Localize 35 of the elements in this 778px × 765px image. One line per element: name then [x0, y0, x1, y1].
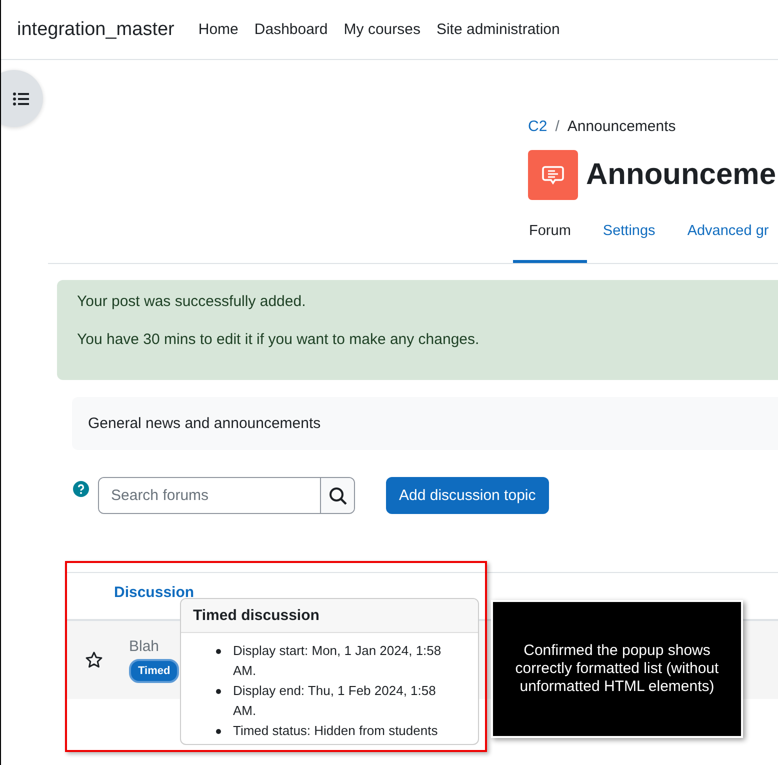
nav-link[interactable]: Dashboard: [254, 21, 328, 38]
popover-list-item: Display start: Mon, 1 Jan 2024, 1:58 AM.: [233, 642, 442, 680]
column-header[interactable]: Discussion: [114, 584, 194, 600]
site-name[interactable]: integration_master: [17, 18, 174, 40]
nav-link[interactable]: Home: [198, 21, 238, 38]
page-title: Announceme: [586, 157, 776, 193]
tab[interactable]: Settings: [586, 205, 672, 263]
nav-link[interactable]: Site administration: [436, 21, 560, 38]
search-icon: [328, 486, 346, 504]
help-icon[interactable]: [73, 481, 89, 497]
bullet-icon: [216, 689, 221, 694]
tab[interactable]: Advanced gr: [671, 205, 778, 263]
bullet-icon: [216, 729, 221, 734]
intro-text: General news and announcements: [88, 415, 321, 432]
alert-message: You have 30 mins to edit it if you want to make any changes.: [77, 330, 480, 349]
star-icon[interactable]: [85, 651, 103, 669]
breadcrumb-current-page: Announcements: [567, 118, 676, 134]
breadcrumb-separator: /: [555, 118, 560, 134]
timed-badge[interactable]: Timed: [129, 658, 180, 682]
popover-list-item: Display end: Thu, 1 Feb 2024, 1:58 AM.: [233, 682, 437, 720]
alert-message: Your post was successfully added.: [77, 292, 307, 311]
tab[interactable]: Forum: [513, 205, 587, 263]
annotation-text: Confirmed the popup shows correctly formatted list (without unformatted HTML elements): [514, 642, 720, 696]
breadcrumb-link[interactable]: C2: [528, 118, 548, 134]
search-button[interactable]: [320, 478, 354, 513]
discussion-title[interactable]: Blah: [129, 638, 160, 654]
popover-list-item: Timed status: Hidden from students: [233, 722, 438, 740]
add-discussion-button[interactable]: Add discussion topic: [386, 477, 549, 514]
nav-link[interactable]: My courses: [344, 21, 420, 38]
search-field[interactable]: Search forums: [98, 477, 355, 514]
popover-title: Timed discussion: [181, 599, 478, 633]
list-icon: [13, 92, 29, 106]
drawer-toggle-button[interactable]: [1, 70, 43, 127]
forum-icon: [528, 150, 578, 200]
bullet-icon: [216, 649, 221, 654]
